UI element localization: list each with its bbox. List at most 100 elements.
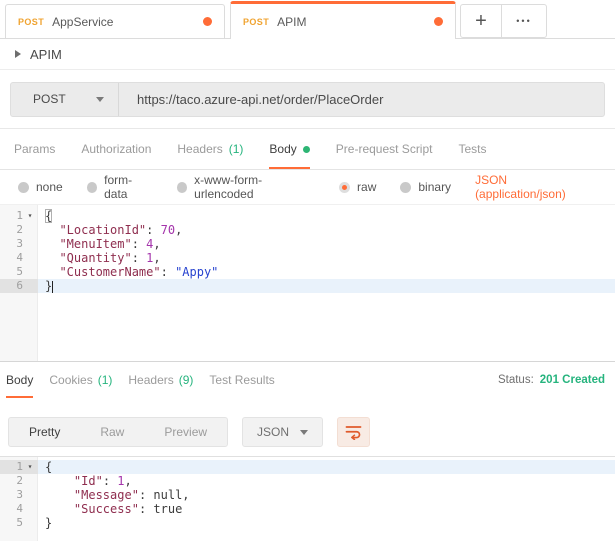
code-text: "LocationId": 70, xyxy=(59,223,183,237)
code-line[interactable]: 5} xyxy=(0,516,615,530)
tab-options-button[interactable]: ••• xyxy=(501,5,546,37)
tab-label: Pre-request Script xyxy=(335,142,433,156)
line-number: 2 xyxy=(16,223,23,236)
line-number: 6 xyxy=(16,279,23,292)
mode-none[interactable]: none xyxy=(18,180,63,194)
tab-authorization[interactable]: Authorization xyxy=(81,129,151,169)
tab-headers[interactable]: Headers (1) xyxy=(177,129,243,169)
mode-x-www-form-urlencoded[interactable]: x-www-form-urlencoded xyxy=(176,173,315,201)
tab-label: Cookies xyxy=(49,373,93,387)
mode-label: binary xyxy=(418,180,452,194)
radio-icon xyxy=(176,181,188,193)
code-text: { xyxy=(45,209,53,223)
view-raw-button[interactable]: Raw xyxy=(80,425,144,439)
gutter-cell: 5 xyxy=(0,516,38,530)
line-number: 3 xyxy=(16,237,23,250)
request-url-section: POST https://taco.azure-api.net/order/Pl… xyxy=(0,70,615,129)
chevron-down-icon xyxy=(300,429,309,435)
method-badge: POST xyxy=(18,16,45,27)
method-value: POST xyxy=(33,92,66,106)
fold-arrow-icon[interactable]: ▾ xyxy=(23,209,37,223)
method-dropdown[interactable]: POST xyxy=(11,82,119,116)
new-tab-button[interactable]: + xyxy=(461,5,501,37)
code-line[interactable]: 2 "LocationId": 70, xyxy=(0,223,615,237)
response-tab-headers[interactable]: Headers (9) xyxy=(128,362,193,398)
view-pretty-button[interactable]: Pretty xyxy=(9,425,80,439)
request-tab-appservice[interactable]: POST AppService xyxy=(5,4,225,38)
radio-icon xyxy=(86,181,98,193)
content-type-selector[interactable]: JSON (application/json) xyxy=(475,173,597,201)
code-text: } xyxy=(45,516,53,530)
tab-label: Body xyxy=(269,142,297,156)
cookies-count-badge: (1) xyxy=(97,373,113,387)
headers-count-badge: (9) xyxy=(178,373,194,387)
code-line[interactable]: 1 ▾ { xyxy=(0,209,615,223)
tab-actions: + ••• xyxy=(460,4,547,38)
chevron-down-icon xyxy=(96,96,104,102)
code-line[interactable]: 3 "MenuItem": 4, xyxy=(0,237,615,251)
mode-label: raw xyxy=(357,180,377,194)
mode-label: x-www-form-urlencoded xyxy=(194,173,263,201)
mode-label: form-data xyxy=(104,173,133,201)
tab-params[interactable]: Params xyxy=(14,129,55,169)
method-badge: POST xyxy=(243,16,270,27)
collection-header[interactable]: APIM xyxy=(0,39,615,70)
headers-count-badge: (1) xyxy=(228,142,244,156)
code-text: } xyxy=(38,279,615,293)
response-tab-test-results[interactable]: Test Results xyxy=(209,362,274,398)
code-text: "Id": 1, xyxy=(73,474,132,488)
tab-title: APIM xyxy=(277,14,307,29)
request-tab-bar: Params Authorization Headers (1) Body Pr… xyxy=(0,129,615,170)
body-present-dot xyxy=(302,145,310,153)
tab-label: Headers xyxy=(128,373,174,387)
line-number: 5 xyxy=(16,516,23,529)
url-input[interactable]: https://taco.azure-api.net/order/PlaceOr… xyxy=(119,83,604,116)
status-label: Status: xyxy=(497,374,534,386)
tab-label: Params xyxy=(14,142,56,156)
code-line[interactable]: 1 ▾{ xyxy=(0,460,615,474)
response-status: Status: 201 Created xyxy=(498,362,609,398)
code-line[interactable]: 5 "CustomerName": "Appy" xyxy=(0,265,615,279)
view-preview-button[interactable]: Preview xyxy=(144,425,227,439)
line-number: 1 xyxy=(16,209,23,222)
request-tab-apim[interactable]: POST APIM xyxy=(230,1,456,39)
view-segmented-control: Pretty Raw Preview xyxy=(8,417,229,447)
radio-icon xyxy=(18,181,29,193)
mode-raw[interactable]: raw xyxy=(339,180,376,194)
fold-arrow-icon[interactable]: ▾ xyxy=(23,460,37,474)
mode-form-data[interactable]: form-data xyxy=(86,173,153,201)
response-format-dropdown[interactable]: JSON xyxy=(242,417,324,447)
response-tab-bar: Body Cookies (1) Headers (9) Test Result… xyxy=(0,362,615,408)
unsaved-indicator-dot xyxy=(434,17,443,26)
url-bar: POST https://taco.azure-api.net/order/Pl… xyxy=(10,81,605,117)
tab-label: Authorization xyxy=(81,142,152,156)
response-tab-body[interactable]: Body xyxy=(6,362,33,398)
response-tab-cookies[interactable]: Cookies (1) xyxy=(49,362,112,398)
mode-binary[interactable]: binary xyxy=(400,180,451,194)
code-line[interactable]: 4 "Quantity": 1, xyxy=(0,251,615,265)
code-line[interactable]: 6} xyxy=(0,279,615,293)
tab-label: Body xyxy=(6,373,34,387)
response-view-controls: Pretty Raw Preview JSON xyxy=(0,408,615,456)
code-line[interactable]: 2 "Id": 1, xyxy=(0,474,615,488)
body-mode-bar: none form-data x-www-form-urlencoded raw… xyxy=(0,170,615,204)
gutter-cell: 3 xyxy=(0,237,38,251)
plus-icon: + xyxy=(475,9,487,32)
collapse-arrow-icon xyxy=(15,50,21,58)
tab-body[interactable]: Body xyxy=(269,129,310,169)
code-text: "Success": true xyxy=(73,502,183,516)
response-body-editor[interactable]: 1 ▾{2 "Id": 1, 3 "Message": null, 4 "Succes… xyxy=(0,456,615,541)
code-line[interactable]: 3 "Message": null, xyxy=(0,488,615,502)
code-line[interactable]: 4 "Success": true xyxy=(0,502,615,516)
code-text: "CustomerName": "Appy" xyxy=(59,265,219,279)
tab-tests[interactable]: Tests xyxy=(458,129,486,169)
line-number: 3 xyxy=(16,488,23,501)
tab-label: Headers xyxy=(177,142,223,156)
gutter-cell: 4 xyxy=(0,502,38,516)
request-body-editor[interactable]: 1 ▾ {2 "LocationId": 70, 3 "MenuItem": 4, 4 … xyxy=(0,204,615,362)
wrap-text-button[interactable] xyxy=(337,417,371,447)
line-number: 2 xyxy=(16,474,23,487)
tab-label: Tests xyxy=(458,142,487,156)
tab-pre-request-script[interactable]: Pre-request Script xyxy=(336,129,433,169)
mode-label: none xyxy=(36,180,63,194)
